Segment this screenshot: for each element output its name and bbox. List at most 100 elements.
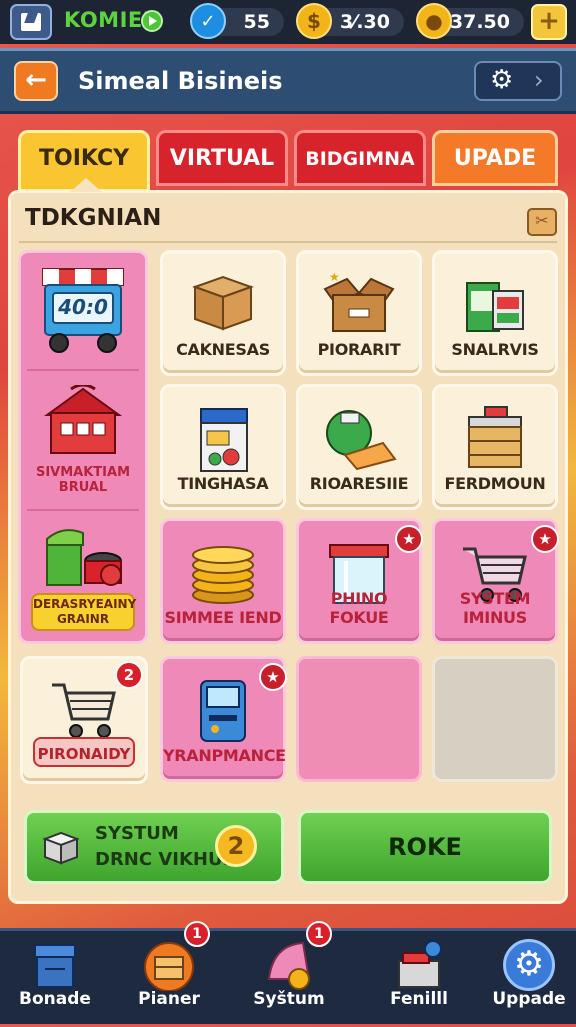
nav-item-fenill[interactable]: Fenilll [364,931,474,1027]
star-badge-icon: ★ [395,525,423,553]
app-logo-icon[interactable] [10,4,52,40]
open-box-icon: ★ [323,270,395,332]
stat-value: 3⁄.30 [339,11,390,33]
add-currency-button[interactable]: + [531,4,567,40]
grid-item[interactable]: ★ PHINO FOKUE [296,518,423,644]
divider [27,369,139,371]
item-label-line: GRAINR [56,612,110,626]
divider [19,241,557,243]
grid-item[interactable]: SNALRVIS [432,250,558,376]
tab-pointer [70,178,102,192]
item-label: CAKNESAS [176,340,270,359]
grid-item[interactable]: FERDMOUN [432,384,558,510]
grid-item[interactable]: SIMMEE IEND [160,518,286,644]
count-badge: 1 [184,921,210,947]
item-label: FERDMOUN [444,474,546,493]
count-badge: 2 [115,661,143,689]
play-icon[interactable] [141,10,163,32]
coin-icon: $ [296,3,332,39]
back-button[interactable]: ← [14,61,58,101]
svg-text:★: ★ [329,270,340,284]
top-bar: KOMIEK ✓ 55 $ 3⁄.30 ● 37.50 + [0,0,576,44]
ticket-icon[interactable]: ✂ [527,208,557,236]
settings-button[interactable]: ⚙ › [474,61,562,101]
grid-item[interactable]: 2 PIRONAIDY [20,656,148,784]
nav-label: Bonade [19,989,91,1009]
system-button[interactable]: SYSTUM DRNC VIKHUS 2 [24,810,284,884]
page-title: Simeal Bisineis [78,67,283,95]
panel-title: TDKGNIAN [25,205,162,231]
gear-icon: ⚙ [503,939,555,991]
stat-gold[interactable]: ● 37.50 [416,3,524,39]
grid-item[interactable]: ★ YRANPMANCE [160,656,287,782]
crate-icon [34,944,76,988]
item-label: PHINO FOKUE [329,589,389,627]
box-icon [192,275,254,331]
item-label-line: DERASRYEAINY [33,597,137,611]
item-label: PIRONAIDY [33,737,135,767]
roke-button[interactable]: ROKE [298,810,552,884]
grid-item[interactable]: RIOARESIIE [296,384,422,510]
nav-label: Uppade [492,989,566,1009]
arcade-icon [200,680,246,742]
bird-icon: ✓ [190,3,226,39]
coin-stack-icon [192,546,254,604]
nav-item-system[interactable]: 1 Syštum [234,921,344,1027]
chest-icon [144,942,194,991]
chevron-right-icon: › [534,66,544,94]
item-label: RIOARESIIE [309,474,409,493]
bottom-nav: Bonade 1 Pianer 1 Syštum Fenilll ⚙ Uppad… [0,921,576,1027]
header-bar: ← Simeal Bisineis ⚙ › [0,48,576,114]
item-label: YRANPMANCE [163,746,286,765]
item-label: PIORARIT [317,340,401,359]
nav-item-pianer[interactable]: 1 Pianer [114,921,224,1027]
can-icon [326,410,397,471]
stat-value: 37.50 [449,11,510,33]
nav-label: Syštum [253,989,325,1009]
grid-item[interactable]: TINGHASA [160,384,286,510]
coin-icon: 2 [215,825,257,867]
left-category-column: 40:0 SIVMAKTIAM BRUAL DERASRYEAINY GRAIN… [18,250,148,644]
grid-item[interactable]: ★ PIORARIT [296,250,422,376]
divider [27,509,139,511]
item-label-plate: DERASRYEAINY GRAINR [31,593,137,631]
star-badge-icon: ★ [259,663,287,691]
empty-slot[interactable] [296,656,422,782]
button-label: SYSTUM [95,823,179,844]
count-badge: 1 [306,921,332,947]
shopping-cart-icon [52,683,116,738]
empty-slot[interactable] [432,656,558,782]
star-badge-icon: ★ [531,525,559,553]
stat-coins[interactable]: $ 3⁄.30 [296,3,404,39]
left-item-green-stall[interactable]: DERASRYEAINY GRAINR [21,513,145,641]
item-price: 40:0 [58,295,108,319]
crate-icon [468,406,522,468]
item-label-line: SIVMAKTIAM [35,465,131,480]
nav-item-uppade[interactable]: ⚙ Uppade [474,931,576,1027]
button-label: DRNC VIKHUS [95,849,236,870]
left-item-red-store[interactable]: SIVMAKTIAM BRUAL [21,373,145,509]
tab-bidgimna[interactable]: BIDGIMNA [294,130,426,186]
green-stall-icon [46,529,122,586]
item-label: SNALRVIS [451,340,539,359]
stat-bird[interactable]: ✓ 55 [190,3,284,39]
grid-item[interactable]: ★ SYSTEM IMINUS [432,518,559,644]
grid-item[interactable]: CAKNESAS [160,250,286,376]
toolbox-icon [398,940,442,988]
item-label: SIMMEE IEND [164,608,282,627]
stat-value: 55 [243,11,270,33]
item-label: SYSTEM IMINUS [459,589,531,627]
nav-label: Pianer [138,989,200,1009]
box-icon [42,831,80,865]
seed-box-icon [200,408,248,472]
nav-label: Fenilll [390,989,448,1009]
coin-icon: ● [416,3,452,39]
tab-upade[interactable]: UPADE [432,130,558,186]
gear-icon: ⚙ [490,65,514,95]
left-item-shop-cart[interactable]: 40:0 [21,253,145,369]
nav-item-bonade[interactable]: Bonade [0,931,110,1027]
book-stack-icon [466,282,524,332]
item-label: TINGHASA [177,474,269,493]
tab-virtual[interactable]: VIRTUAL [156,130,288,186]
item-label-line: BRUAL [58,480,108,495]
